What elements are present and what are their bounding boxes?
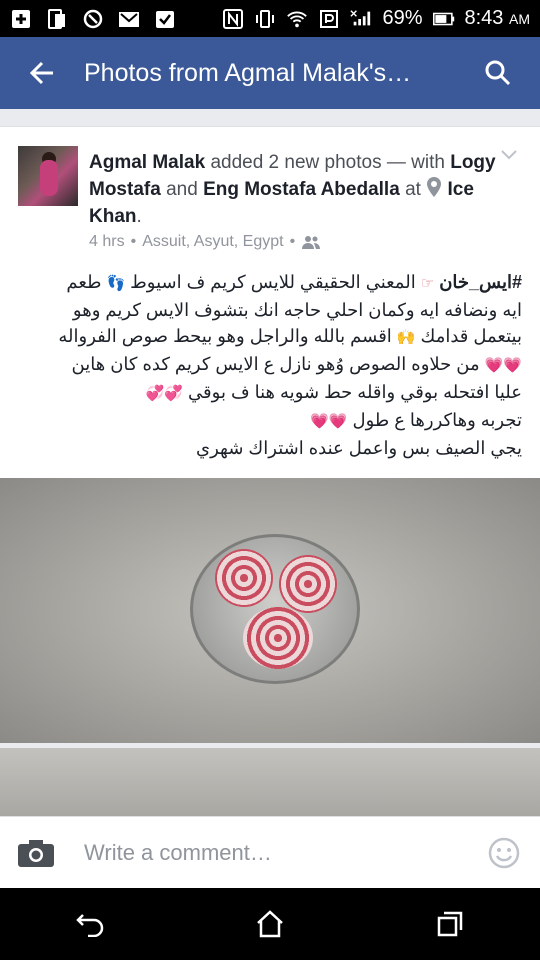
post-location: Assuit, Asyut, Egypt	[142, 233, 284, 250]
with-word: with	[411, 152, 445, 173]
sticker-button[interactable]	[468, 837, 540, 869]
post-card: Agmal Malak added 2 new photos — with Lo…	[0, 126, 540, 478]
status-bar: 69% 8:43 AM	[0, 0, 540, 37]
body-line-5: عليا افتحله بوقي واقله حط شويه هنا ف بوق…	[188, 382, 522, 402]
task-icon	[154, 8, 176, 30]
back-arrow-icon	[29, 61, 53, 85]
smiley-icon	[488, 837, 520, 868]
body-line-6: تجربه وهاكررها ع طول	[352, 410, 522, 430]
device-icon	[46, 8, 68, 30]
body-line-1: المعني الحقيقي للايس كريم ف اسيوط	[130, 272, 416, 292]
nav-home-button[interactable]	[240, 894, 300, 954]
sync-icon	[82, 8, 104, 30]
hearts-icon: 💞💞	[145, 385, 184, 402]
home-icon	[257, 910, 283, 938]
post-header: Agmal Malak added 2 new photos — with Lo…	[89, 152, 496, 227]
hashtag-link[interactable]: #ايس_خان	[439, 272, 522, 292]
clock-ampm: AM	[509, 11, 530, 27]
footprints-icon: 👣	[106, 275, 126, 292]
body-line-4: من حلاوه الصوص وُهو نازل ع الايس كريم كد…	[71, 354, 480, 374]
avatar[interactable]	[18, 146, 78, 206]
post-meta: 4 hrs • Assuit, Asyut, Egypt •	[89, 233, 321, 251]
clock: 8:43	[464, 7, 504, 29]
comment-bar: Write a comment…	[0, 816, 540, 888]
and-word: and	[166, 179, 198, 200]
nav-recents-button[interactable]	[420, 894, 480, 954]
nav-back-button[interactable]	[60, 894, 120, 954]
vibrate-icon	[254, 8, 276, 30]
system-nav-bar	[0, 888, 540, 960]
body-line-7: يجي الصيف بس واعمل عنده اشتراك شهري	[196, 438, 522, 458]
location-pin-icon	[427, 177, 442, 197]
nfc-icon	[222, 8, 244, 30]
data-saver-icon	[318, 8, 340, 30]
post-time[interactable]: 4 hrs	[89, 233, 125, 251]
search-button[interactable]	[456, 37, 540, 109]
signal-icon	[350, 8, 372, 30]
friends-audience-icon	[302, 236, 321, 249]
post-photo-1[interactable]	[0, 478, 540, 743]
back-icon	[76, 914, 104, 937]
hearts-icon: 💗💗	[484, 357, 522, 374]
body-line-2: ايه ونضافه ايه وكمان احلي حاجه انك بتشوف…	[72, 300, 522, 320]
comment-input[interactable]: Write a comment…	[72, 840, 468, 866]
gmail-icon	[118, 8, 140, 30]
app-bar: Photos from Agmal Malak's…	[0, 37, 540, 109]
ice-cream-cup	[190, 534, 360, 684]
camera-button[interactable]	[0, 838, 72, 868]
search-icon	[485, 60, 511, 86]
author-link[interactable]: Agmal Malak	[89, 152, 205, 173]
hands-icon: 🙌	[396, 329, 416, 346]
tag-link-2[interactable]: Eng Mostafa Abedalla	[203, 179, 400, 200]
back-button[interactable]	[0, 37, 84, 109]
hand-point-icon: ☞	[420, 275, 435, 292]
at-word: at	[405, 179, 421, 200]
add-icon	[10, 8, 32, 30]
camera-icon	[18, 839, 54, 867]
body-line-3a: بيتعمل قدامك	[420, 326, 522, 346]
hearts-icon: 💗💗	[310, 413, 348, 430]
page-title: Photos from Agmal Malak's…	[84, 58, 412, 87]
body-line-1b: طعم	[66, 272, 102, 292]
wifi-icon	[286, 8, 308, 30]
post-photo-2[interactable]	[0, 748, 540, 816]
battery-percent: 69%	[382, 7, 423, 29]
body-line-3b: اقسم بالله والراجل وهو بيحط صوص الفرواله	[58, 326, 392, 346]
post-body: #ايس_خان ☞ المعني الحقيقي للايس كريم ف ا…	[20, 269, 522, 461]
post-action: added 2 new photos —	[210, 152, 406, 173]
battery-icon	[432, 8, 455, 30]
recents-icon	[437, 911, 463, 937]
